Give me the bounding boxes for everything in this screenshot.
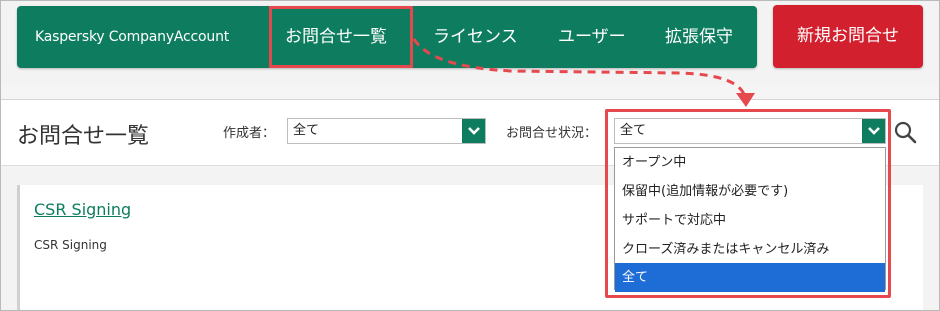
inquiry-subtitle: CSR Signing: [34, 238, 107, 252]
chevron-down-icon[interactable]: [462, 119, 485, 143]
creator-filter-label: 作成者：: [223, 126, 276, 141]
screenshot-frame: Kaspersky CompanyAccount お問合せ一覧 ライセンス ユー…: [0, 0, 940, 311]
nav-item-licenses[interactable]: ライセンス: [433, 6, 518, 68]
brand-logo[interactable]: Kaspersky CompanyAccount: [35, 6, 229, 68]
creator-select-value: 全て: [293, 123, 320, 138]
dropdown-highlight-annotation: [605, 109, 891, 298]
nav-highlight-annotation: [269, 6, 413, 68]
search-icon[interactable]: [893, 120, 917, 144]
nav-item-extended-support[interactable]: 拡張保守: [665, 6, 733, 68]
header-band: Kaspersky CompanyAccount お問合せ一覧 ライセンス ユー…: [1, 1, 939, 85]
nav-item-users[interactable]: ユーザー: [558, 6, 626, 68]
creator-select[interactable]: 全て: [287, 118, 486, 144]
inquiry-title-link[interactable]: CSR Signing: [34, 200, 131, 219]
main-navbar: Kaspersky CompanyAccount お問合せ一覧 ライセンス ユー…: [17, 6, 757, 68]
status-filter-label: お問合せ状況：: [506, 126, 598, 141]
page-title: お問合せ一覧: [17, 124, 150, 149]
new-inquiry-button[interactable]: 新規お問合せ: [773, 5, 923, 68]
